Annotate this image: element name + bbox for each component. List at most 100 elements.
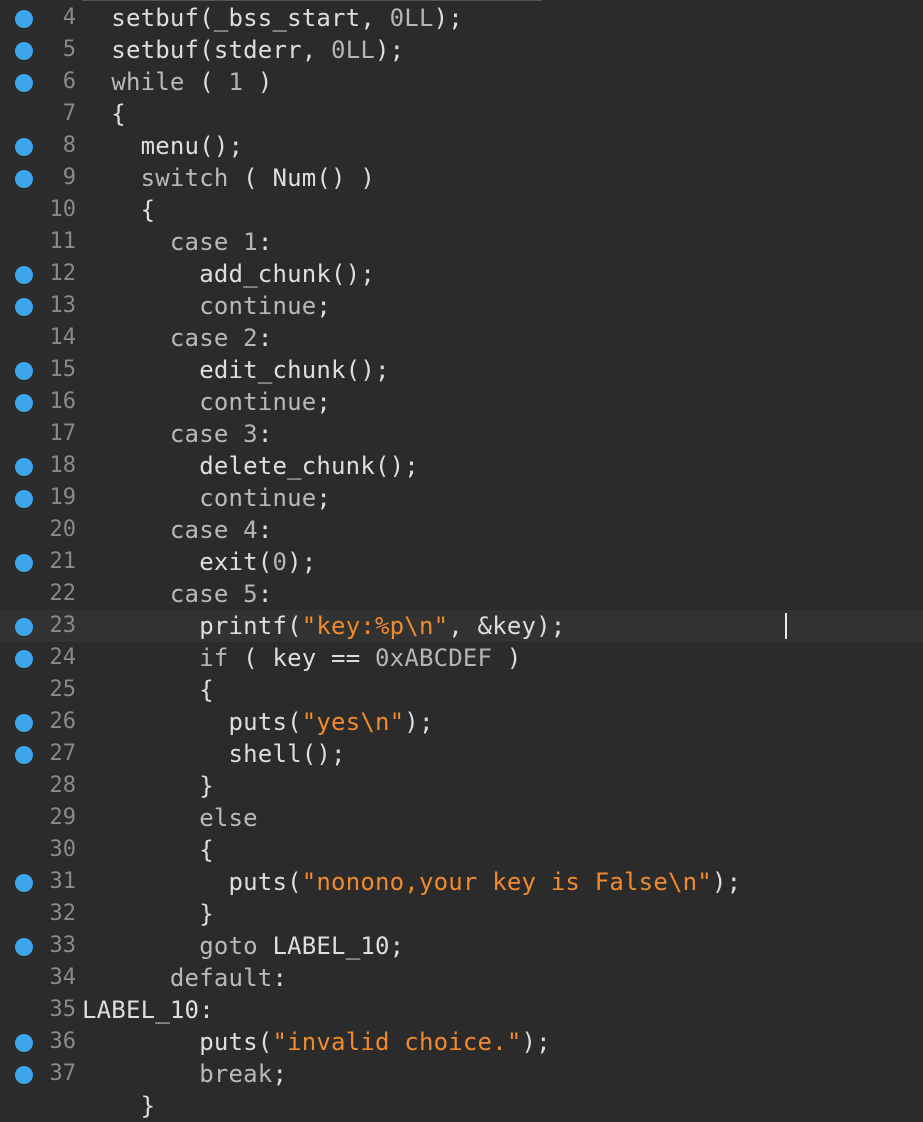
code-line[interactable]: 30 { — [0, 834, 923, 866]
keyword: continue — [199, 388, 317, 416]
line-number: 12 — [49, 261, 77, 286]
code-token: } — [82, 900, 214, 928]
keyword: break — [199, 1060, 273, 1088]
keyword: case — [169, 228, 229, 256]
line-number: 29 — [49, 805, 77, 830]
code-line[interactable]: 25 { — [0, 674, 923, 706]
code-text: puts("yes\n"); — [82, 706, 434, 738]
keyword: while — [111, 68, 185, 96]
keyword: switch — [140, 164, 229, 192]
code-text: LABEL_10: — [82, 994, 214, 1026]
code-token: ( key == — [228, 644, 376, 672]
code-token: : — [257, 516, 273, 544]
code-line[interactable]: 14 case 2: — [0, 322, 923, 354]
code-token: ; — [316, 292, 332, 320]
string-literal: "yes\n" — [301, 708, 405, 736]
code-text: continue; — [82, 290, 331, 322]
number-literal: 2 — [243, 324, 258, 352]
code-token: LABEL_10; — [257, 932, 405, 960]
line-number: 10 — [49, 197, 77, 222]
line-number: 31 — [49, 869, 77, 894]
code-line[interactable]: 31 puts("nonono,your key is False\n"); — [0, 866, 923, 898]
line-number: 27 — [49, 741, 77, 766]
code-line[interactable]: 20 case 4: — [0, 514, 923, 546]
code-text: else — [82, 802, 258, 834]
code-line[interactable]: 27 shell(); — [0, 738, 923, 770]
line-number: 26 — [49, 709, 77, 734]
number-literal: 3 — [243, 420, 258, 448]
keyword: default — [169, 964, 273, 992]
code-token: shell(); — [82, 740, 346, 768]
code-token: LABEL_10: — [82, 996, 214, 1024]
code-token: { — [82, 836, 214, 864]
code-line[interactable]: 24 if ( key == 0xABCDEF ) — [0, 642, 923, 674]
text-cursor — [785, 613, 787, 639]
code-line[interactable]: 9 switch ( Num() ) — [0, 162, 923, 194]
code-text: menu(); — [82, 130, 243, 162]
code-line[interactable]: 37 break; — [0, 1058, 923, 1090]
code-token: ( — [184, 68, 229, 96]
code-line[interactable]: 12 add_chunk(); — [0, 258, 923, 290]
code-line[interactable]: 35 LABEL_10: — [0, 994, 923, 1026]
code-editor[interactable]: 4 setbuf(_bss_start, 0LL); 5 setbuf(stder… — [0, 0, 923, 1120]
code-text: } — [82, 1090, 155, 1122]
line-number: 6 — [62, 69, 76, 94]
code-line[interactable]: 33 goto LABEL_10; — [0, 930, 923, 962]
code-text: { — [82, 834, 214, 866]
code-line[interactable]: } — [0, 1090, 923, 1122]
code-line[interactable]: 32 } — [0, 898, 923, 930]
code-line[interactable]: 22 case 5: — [0, 578, 923, 610]
code-token: { — [82, 676, 214, 704]
code-line[interactable]: 5 setbuf(stderr, 0LL); — [0, 34, 923, 66]
code-line[interactable]: 10 { — [0, 194, 923, 226]
code-text: } — [82, 898, 214, 930]
code-line[interactable]: 15 edit_chunk(); — [0, 354, 923, 386]
code-line[interactable]: 28 } — [0, 770, 923, 802]
code-line[interactable]: 26 puts("yes\n"); — [0, 706, 923, 738]
keyword: case — [169, 516, 229, 544]
code-text: setbuf(_bss_start, 0LL); — [82, 2, 463, 34]
line-number: 37 — [49, 1061, 77, 1086]
code-line[interactable]: 13 continue; — [0, 290, 923, 322]
code-line[interactable]: 6 while ( 1 ) — [0, 66, 923, 98]
code-token: ( Num() ) — [228, 164, 376, 192]
code-line[interactable]: 36 puts("invalid choice."); — [0, 1026, 923, 1058]
code-line[interactable]: 21 exit(0); — [0, 546, 923, 578]
code-token: ; — [316, 388, 332, 416]
number-literal: 0LL — [331, 36, 375, 64]
editor-top-border — [82, 0, 542, 1]
code-line[interactable]: 18 delete_chunk(); — [0, 450, 923, 482]
code-text: case 1: — [82, 226, 272, 258]
code-line[interactable]: 11 case 1: — [0, 226, 923, 258]
code-line[interactable]: 4 setbuf(_bss_start, 0LL); — [0, 2, 923, 34]
code-line[interactable]: 29 else — [0, 802, 923, 834]
code-token: puts( — [82, 1028, 273, 1056]
code-token: : — [257, 228, 273, 256]
number-literal: 4 — [243, 516, 258, 544]
code-line[interactable]: 7 { — [0, 98, 923, 130]
line-number: 35 — [49, 997, 77, 1022]
line-number: 22 — [49, 581, 77, 606]
code-text: puts("nonono,your key is False\n"); — [82, 866, 741, 898]
code-token: puts( — [82, 708, 302, 736]
code-line[interactable]: 19 continue; — [0, 482, 923, 514]
code-token: menu(); — [82, 132, 244, 160]
line-number: 28 — [49, 773, 77, 798]
code-line[interactable]: 16 continue; — [0, 386, 923, 418]
code-line[interactable]: 8 menu(); — [0, 130, 923, 162]
code-token: puts( — [82, 868, 302, 896]
code-token: } — [82, 1092, 156, 1120]
code-line[interactable]: 23 printf("key:%p\n", &key); — [0, 610, 923, 642]
code-token: ); — [521, 1028, 551, 1056]
line-number: 20 — [49, 517, 77, 542]
keyword: case — [169, 324, 229, 352]
code-line[interactable]: 17 case 3: — [0, 418, 923, 450]
code-text: delete_chunk(); — [82, 450, 419, 482]
code-token: setbuf(_bss_start, — [82, 4, 390, 32]
code-line[interactable]: 34 default: — [0, 962, 923, 994]
